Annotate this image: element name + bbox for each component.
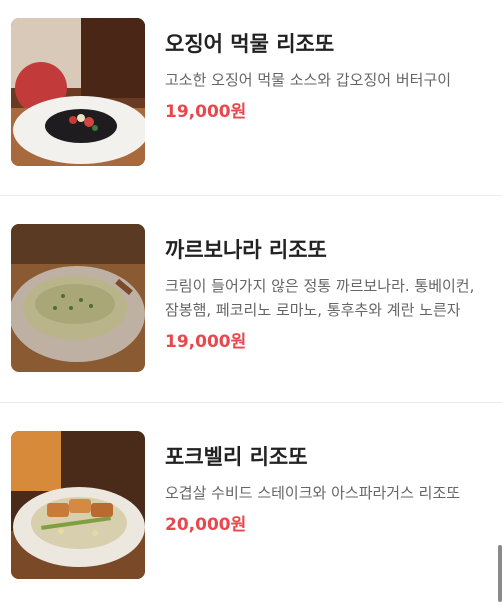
menu-item-name: 까르보나라 리조또 <box>165 238 327 262</box>
menu-item-name: 포크벨리 리조또 <box>165 445 308 469</box>
menu-item-price: 20,000원 <box>165 515 247 535</box>
menu-item-info: 오징어 먹물 리조또 고소한 오징어 먹물 소스와 갑오징어 버터구이 19,0… <box>165 30 486 124</box>
menu-item-description: 오겹살 수비드 스테이크와 아스파라거스 리조또 <box>165 484 461 502</box>
menu-item-carbonara-risotto[interactable]: 까르보나라 리조또 크림이 들어가지 않은 정통 까르보나라. 통베이컨, 잠봉… <box>0 196 502 403</box>
menu-item-info: 까르보나라 리조또 크림이 들어가지 않은 정통 까르보나라. 통베이컨, 잠봉… <box>165 236 486 354</box>
menu-item-info: 포크벨리 리조또 오겹살 수비드 스테이크와 아스파라거스 리조또 20,000… <box>165 443 486 537</box>
menu-item-description: 고소한 오징어 먹물 소스와 갑오징어 버터구이 <box>165 71 452 89</box>
scrollbar-thumb[interactable] <box>498 545 502 602</box>
menu-item-price: 19,000원 <box>165 102 247 122</box>
menu-item-description: 크림이 들어가지 않은 정통 까르보나라. 통베이컨, 잠봉햄, 페코리노 로마… <box>165 277 475 319</box>
menu-list: 오징어 먹물 리조또 고소한 오징어 먹물 소스와 갑오징어 버터구이 19,0… <box>0 0 502 602</box>
menu-item-name: 오징어 먹물 리조또 <box>165 32 335 56</box>
menu-item-pork-belly-risotto[interactable]: 포크벨리 리조또 오겹살 수비드 스테이크와 아스파라거스 리조또 20,000… <box>0 403 502 602</box>
squid-ink-risotto-photo <box>11 18 145 166</box>
menu-item-squid-ink-risotto[interactable]: 오징어 먹물 리조또 고소한 오징어 먹물 소스와 갑오징어 버터구이 19,0… <box>0 0 502 196</box>
carbonara-risotto-photo <box>11 224 145 372</box>
pork-belly-risotto-photo <box>11 431 145 579</box>
menu-item-price: 19,000원 <box>165 332 247 352</box>
